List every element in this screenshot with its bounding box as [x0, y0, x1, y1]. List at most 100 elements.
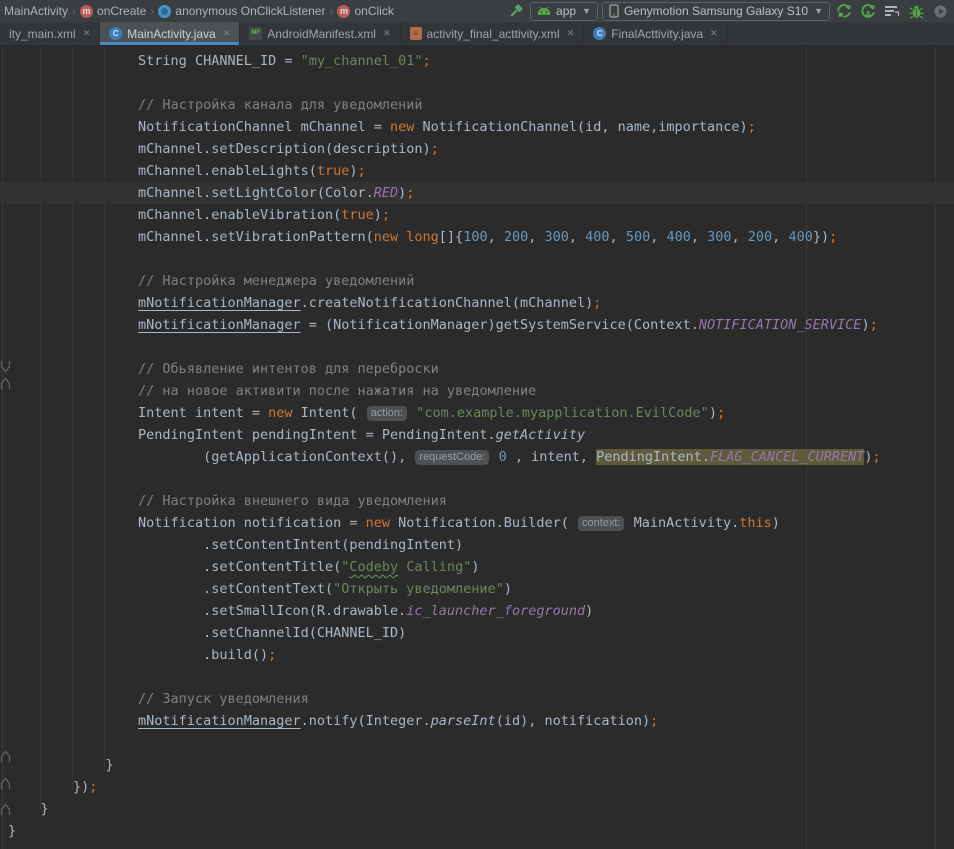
- breadcrumb: MainActivity›monCreate›anonymous OnClick…: [4, 4, 394, 18]
- code-token: .notify(Integer.: [301, 713, 431, 729]
- code-line: .setChannelId(CHANNEL_ID): [0, 622, 954, 644]
- breadcrumb-item-anonymous-onclicklistener[interactable]: anonymous OnClickListener: [158, 4, 325, 18]
- code-line: [0, 72, 954, 94]
- tab-FinalActtivity-java[interactable]: CFinalActtivity.java✕: [584, 22, 727, 45]
- code-token: .setContentText(: [203, 581, 333, 597]
- build-hammer-button[interactable]: [506, 2, 526, 21]
- code-area[interactable]: String CHANNEL_ID = "my_channel_01"; // …: [0, 50, 954, 842]
- layout-xml-file-icon: ≡: [410, 27, 422, 40]
- code-token: PendingIntent.: [596, 449, 710, 465]
- apply-changes-icon: [836, 3, 852, 19]
- code-token: ): [861, 317, 869, 333]
- code-token: mChannel.setLightColor(Color.: [138, 185, 374, 201]
- code-line: String CHANNEL_ID = "my_channel_01";: [0, 50, 954, 72]
- chevron-down-icon: ▼: [814, 6, 823, 16]
- code-token: FLAG_CANCEL_CURRENT: [710, 449, 864, 465]
- tab-label: FinalActtivity.java: [611, 27, 703, 41]
- code-token: ,: [610, 229, 626, 245]
- code-line: // Настройка менеджера уведомлений: [0, 270, 954, 292]
- profiler-button[interactable]: [882, 2, 902, 21]
- code-line: mChannel.enableLights(true);: [0, 160, 954, 182]
- close-icon[interactable]: ✕: [567, 28, 575, 39]
- code-token: ;: [870, 317, 878, 333]
- code-line: mChannel.setDescription(description);: [0, 138, 954, 160]
- code-token: }): [73, 779, 89, 795]
- breadcrumb-item-oncreate[interactable]: monCreate: [80, 4, 146, 18]
- apply-code-changes-icon: A: [860, 3, 876, 19]
- close-icon[interactable]: ✕: [383, 28, 391, 39]
- code-line: mNotificationManager.notify(Integer.pars…: [0, 710, 954, 732]
- code-token: 300: [707, 229, 731, 245]
- apply-changes-button[interactable]: [834, 2, 854, 21]
- code-token: parseInt: [431, 713, 496, 729]
- code-token: "my_channel_01": [301, 53, 423, 69]
- run-configuration-dropdown[interactable]: app ▼: [530, 2, 598, 21]
- code-line: }: [0, 820, 954, 842]
- code-token: [490, 449, 498, 465]
- code-line: [0, 248, 954, 270]
- code-token: RED: [374, 185, 398, 201]
- close-icon[interactable]: ✕: [83, 28, 91, 39]
- parameter-hint: context:: [578, 516, 625, 531]
- code-token: mChannel.enableVibration(: [138, 207, 341, 223]
- anonymous-class-icon: [158, 5, 171, 18]
- code-token: ): [864, 449, 872, 465]
- code-token: NOTIFICATION_SERVICE: [699, 317, 862, 333]
- close-icon[interactable]: ✕: [223, 28, 231, 39]
- close-icon[interactable]: ✕: [710, 28, 718, 39]
- debug-bug-icon: [909, 4, 924, 19]
- tab-MainActivity-java[interactable]: CMainActivity.java✕: [100, 22, 240, 45]
- parameter-hint: action:: [367, 406, 407, 421]
- tab-activity_final_acttivity-xml[interactable]: ≡activity_final_acttivity.xml✕: [401, 22, 585, 45]
- code-token: .setSmallIcon(R.drawable.: [203, 603, 406, 619]
- breadcrumb-item-mainactivity[interactable]: MainActivity: [4, 4, 68, 18]
- code-token: ;: [873, 449, 881, 465]
- code-line: // Настройка канала для уведомлений: [0, 94, 954, 116]
- code-line: mNotificationManager = (NotificationMana…: [0, 314, 954, 336]
- code-token: // Обьявление интентов для переброски: [138, 361, 439, 377]
- tab-ity_main-xml[interactable]: ity_main.xml ✕: [0, 22, 100, 45]
- code-token: new: [366, 515, 390, 531]
- code-token: ;: [650, 713, 658, 729]
- code-token: 200: [748, 229, 772, 245]
- editor-pane[interactable]: String CHANNEL_ID = "my_channel_01"; // …: [0, 46, 954, 849]
- code-token: getActivity: [496, 427, 585, 443]
- code-token: mChannel.enableLights(: [138, 163, 317, 179]
- code-token: // на новое активити после нажатия на ув…: [138, 383, 536, 399]
- code-line: Intent intent = new Intent( action: "com…: [0, 402, 954, 424]
- code-token: []{: [439, 229, 463, 245]
- code-token: this: [739, 515, 772, 531]
- tab-label: ity_main.xml: [9, 27, 76, 41]
- code-line: .setContentTitle("Codeby Calling"): [0, 556, 954, 578]
- apply-code-changes-button[interactable]: A: [858, 2, 878, 21]
- code-line: mChannel.setVibrationPattern(new long[]{…: [0, 226, 954, 248]
- code-token: // Запуск уведомления: [138, 691, 309, 707]
- device-dropdown[interactable]: Genymotion Samsung Galaxy S10 ▼: [602, 2, 830, 21]
- breadcrumb-item-onclick[interactable]: monClick: [337, 4, 393, 18]
- tab-bar: ity_main.xml✕CMainActivity.java✕MFAndroi…: [0, 22, 954, 46]
- debug-button[interactable]: [906, 2, 926, 21]
- code-line: .setSmallIcon(R.drawable.ic_launcher_for…: [0, 600, 954, 622]
- code-token: ;: [431, 141, 439, 157]
- run-configuration-label: app: [556, 4, 576, 18]
- code-token: 100: [463, 229, 487, 245]
- code-token: ,: [732, 229, 748, 245]
- code-token: }): [813, 229, 829, 245]
- code-token: mNotificationManager: [138, 713, 301, 729]
- code-token: 400: [666, 229, 690, 245]
- code-line: // на новое активити после нажатия на ув…: [0, 380, 954, 402]
- android-studio-window: { "breadcrumb": { "items": [ {"label": "…: [0, 0, 954, 849]
- profile-button[interactable]: [930, 2, 950, 21]
- code-token: ): [471, 559, 479, 575]
- code-line: [0, 666, 954, 688]
- code-token: long: [406, 229, 439, 245]
- code-token: "com.example.myapplication.EvilCode": [416, 405, 709, 421]
- code-token: mChannel.setVibrationPattern(: [138, 229, 374, 245]
- code-token: new: [374, 229, 398, 245]
- tab-AndroidManifest-xml[interactable]: MFAndroidManifest.xml✕: [240, 22, 400, 45]
- code-token: ): [504, 581, 512, 597]
- breadcrumb-label: onClick: [354, 4, 393, 18]
- code-token: Calling": [398, 559, 471, 575]
- device-label: Genymotion Samsung Galaxy S10: [624, 4, 808, 18]
- code-token: ;: [358, 163, 366, 179]
